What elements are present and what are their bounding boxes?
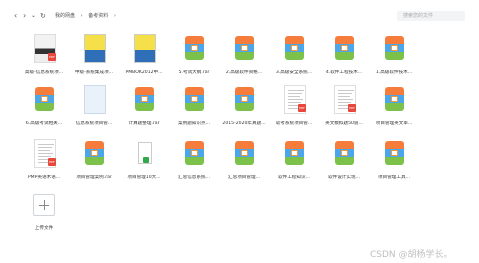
file-item[interactable]: 3.高级安全系统... — [270, 33, 318, 81]
archive-icon — [185, 141, 204, 165]
file-name: 2.高级软件资格... — [225, 70, 263, 75]
pdf-badge-icon: PDF — [48, 158, 56, 166]
file-name: 中级-系统集成项... — [74, 70, 114, 75]
file-item[interactable]: 中级-系统集成项... — [70, 33, 118, 81]
file-item[interactable]: 软件工程知识... — [270, 138, 318, 186]
file-name: 项目管理工具... — [378, 175, 410, 180]
file-name: 6.高级考试相关... — [25, 121, 63, 126]
file-name: PMBOK2012中... — [125, 70, 163, 75]
file-item[interactable]: 1.高级软件技术... — [370, 33, 418, 81]
file-name: 4.软件工程技术... — [325, 70, 363, 75]
pdf-badge-icon: PDF — [298, 104, 306, 112]
archive-icon — [85, 141, 104, 165]
archive-icon — [385, 87, 404, 111]
book-cover-thumbnail — [134, 34, 156, 63]
file-name: 信息系统项目管... — [75, 121, 113, 126]
archive-icon — [385, 36, 404, 60]
archive-icon — [335, 36, 354, 60]
archive-icon — [385, 141, 404, 165]
file-name: 2015-2020年真题... — [222, 121, 266, 126]
file-name: 软考系统项目管... — [275, 121, 313, 126]
file-name: 汇总项目管理... — [228, 175, 260, 180]
archive-icon — [35, 87, 54, 111]
file-name: PMP英语术语... — [27, 175, 61, 180]
file-name: 计算题整理.rar — [128, 121, 160, 126]
spreadsheet-icon — [138, 142, 152, 164]
file-item[interactable]: PDF 高级-信息系统项... — [20, 33, 68, 81]
file-item[interactable]: 项目管理案例.rar — [70, 138, 118, 186]
file-item[interactable]: 信息系统项目管... — [70, 84, 118, 132]
doc-thumbnail — [84, 85, 106, 114]
file-item[interactable]: 项目管理10大... — [120, 138, 168, 186]
archive-icon — [285, 141, 304, 165]
file-name: 项目管理10大... — [127, 175, 161, 180]
file-item[interactable]: 项目管理工具... — [370, 138, 418, 186]
file-item[interactable]: PMBOK2012中... — [120, 33, 168, 81]
archive-icon — [235, 36, 254, 60]
file-item[interactable]: 软件设计实现... — [320, 138, 368, 186]
file-name: 项目管理案例.rar — [76, 175, 112, 180]
file-name: 1.高级软件技术... — [375, 70, 413, 75]
file-name: 高级-信息系统项... — [24, 70, 64, 75]
book-cover-thumbnail — [84, 34, 106, 63]
file-item[interactable]: 5.考试大纲.rar — [170, 33, 218, 81]
file-name: 3.高级安全系统... — [275, 70, 313, 75]
file-name: 项目管理英文单... — [375, 121, 413, 126]
file-name: 英文模拟题50道... — [325, 121, 363, 126]
file-item[interactable]: 汇总项目管理... — [220, 138, 268, 186]
file-name: 5.考试大纲.rar — [178, 70, 210, 75]
upload-label: 上传文件 — [34, 226, 54, 231]
file-item[interactable]: 4.软件工程技术... — [320, 33, 368, 81]
pdf-badge-icon: PDF — [48, 53, 56, 61]
archive-icon — [335, 141, 354, 165]
archive-icon — [185, 36, 204, 60]
file-name: 软件工程知识... — [278, 175, 310, 180]
file-item[interactable]: 汇总信息系统... — [170, 138, 218, 186]
archive-icon — [185, 87, 204, 111]
file-item[interactable]: PDF 英文模拟题50道... — [320, 84, 368, 132]
watermark: CSDN @胡杨学长。 — [370, 250, 453, 260]
file-name: 软件设计实现... — [328, 175, 360, 180]
file-item[interactable]: 6.高级考试相关... — [20, 84, 68, 132]
file-item[interactable]: 2.高级软件资格... — [220, 33, 268, 81]
archive-icon — [235, 87, 254, 111]
file-item[interactable]: 计算题整理.rar — [120, 84, 168, 132]
file-item[interactable]: 2015-2020年真题... — [220, 84, 268, 132]
file-item[interactable]: PDF 软考系统项目管... — [270, 84, 318, 132]
pdf-badge-icon: PDF — [348, 104, 356, 112]
file-name: 案例题知识点... — [178, 121, 210, 126]
archive-icon — [135, 87, 154, 111]
file-grid: PDF 高级-信息系统项... 中级-系统集成项... PMBOK2012中... 5.… — [0, 0, 479, 263]
upload-button[interactable] — [33, 194, 55, 216]
archive-icon — [285, 36, 304, 60]
archive-icon — [235, 141, 254, 165]
file-item[interactable]: 项目管理英文单... — [370, 84, 418, 132]
file-name: 汇总信息系统... — [178, 175, 210, 180]
file-item[interactable]: 案例题知识点... — [170, 84, 218, 132]
file-item[interactable]: PDF PMP英语术语... — [20, 138, 68, 186]
